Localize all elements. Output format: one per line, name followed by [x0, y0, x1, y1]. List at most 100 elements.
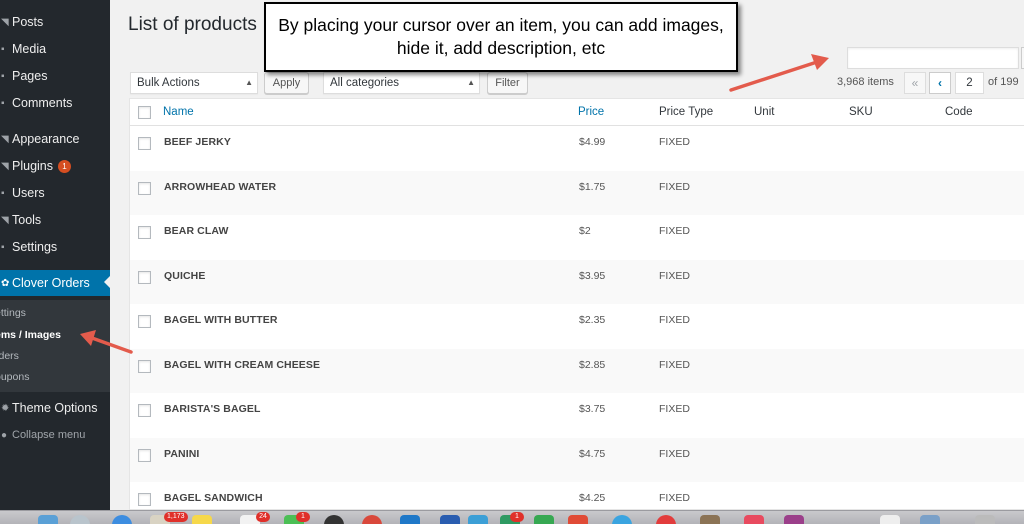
prev-page-button[interactable]: ‹ [929, 72, 951, 94]
row-checkbox[interactable] [138, 359, 151, 373]
row-checkbox[interactable] [138, 404, 151, 417]
messages-badge: 1 [296, 512, 310, 522]
product-price-type: FIXED [659, 269, 690, 282]
collapse-menu-button[interactable]: ● Collapse menu [0, 423, 110, 447]
sidebar-item-tools[interactable]: ◥ Tools [0, 208, 110, 232]
app-badge: 1 [510, 512, 524, 522]
sidebar-item-media[interactable]: ▪ Media [0, 37, 110, 61]
sidebar-item-users[interactable]: ▪ Users [0, 181, 110, 205]
row-checkbox[interactable] [138, 315, 151, 328]
product-name[interactable]: ARROWHEAD WATER [164, 181, 276, 193]
app-icon[interactable] [784, 515, 804, 524]
finder-icon[interactable] [38, 515, 58, 524]
submenu-item-items-images[interactable]: ems / Images [0, 329, 61, 341]
table-row[interactable]: BARISTA'S BAGEL $3.75 FIXED [130, 393, 1024, 438]
submenu-item-orders[interactable]: rders [0, 350, 19, 362]
user-icon: ▪ [1, 187, 5, 199]
apply-button[interactable]: Apply [264, 72, 309, 94]
document-icon[interactable] [880, 515, 900, 524]
sidebar-item-pages[interactable]: ▪ Pages [0, 64, 110, 88]
table-row[interactable]: BAGEL WITH BUTTER $2.35 FIXED [130, 304, 1024, 349]
product-price-type: FIXED [659, 225, 690, 237]
product-price-type: FIXED [659, 403, 690, 415]
product-price: $3.75 [579, 403, 606, 415]
app-icon[interactable] [362, 515, 382, 524]
row-checkbox[interactable] [138, 226, 151, 239]
row-checkbox[interactable] [138, 270, 151, 284]
row-checkbox[interactable] [138, 448, 151, 462]
sidebar-item-label: Media [12, 42, 47, 56]
product-price: $2.35 [579, 314, 606, 326]
product-name[interactable]: BAGEL WITH CREAM CHEESE [164, 359, 320, 371]
items-count: 3,968 items [837, 76, 894, 88]
product-name[interactable]: PANINI [164, 448, 199, 460]
app-icon[interactable] [700, 515, 720, 524]
safari-icon[interactable] [112, 515, 132, 524]
product-price: $4.75 [579, 447, 606, 460]
settings-icon: ▪ [1, 241, 5, 253]
table-row[interactable]: BAGEL WITH CREAM CHEESE $2.85 FIXED [130, 348, 1024, 393]
sidebar-item-label: Pages [12, 69, 48, 83]
table-row[interactable]: BEAR CLAW $2 FIXED [130, 215, 1024, 260]
current-page-input[interactable]: 2 [955, 72, 984, 94]
submenu-item-settings[interactable]: ettings [0, 307, 26, 319]
app-icon[interactable] [400, 515, 420, 524]
product-price: $1.75 [579, 180, 606, 193]
sidebar-item-theme-options[interactable]: ✹ Theme Options [0, 396, 110, 420]
table-row[interactable]: ARROWHEAD WATER $1.75 FIXED [130, 170, 1024, 215]
app-icon[interactable] [324, 515, 344, 524]
column-price[interactable]: Price [578, 106, 604, 118]
bulk-actions-select[interactable]: Bulk Actions ▲ [130, 72, 258, 94]
product-name[interactable]: BARISTA'S BAGEL [164, 403, 261, 415]
clover-submenu: ettings ems / Images rders oupons [0, 300, 110, 392]
sidebar-item-clover-orders[interactable]: ✿ Clover Orders [0, 270, 110, 296]
app-icon[interactable] [656, 515, 676, 524]
sidebar-item-label: Collapse menu [12, 429, 86, 441]
app-icon[interactable] [440, 515, 460, 524]
product-name[interactable]: BEEF JERKY [164, 136, 231, 148]
launchpad-icon[interactable] [70, 515, 90, 524]
product-price-type: FIXED [659, 314, 690, 326]
app-icon[interactable] [534, 515, 554, 524]
submenu-item-coupons[interactable]: oupons [0, 371, 29, 383]
sidebar-item-plugins[interactable]: ◥ Plugins 1 [0, 154, 110, 178]
sidebar-item-label: Comments [12, 96, 73, 110]
sidebar-item-settings[interactable]: ▪ Settings [0, 235, 110, 259]
table-row[interactable]: QUICHE $3.95 FIXED [130, 259, 1024, 304]
select-all-checkbox[interactable] [138, 106, 151, 119]
first-page-button[interactable]: « [904, 72, 926, 94]
search-input[interactable] [847, 47, 1019, 69]
row-checkbox[interactable] [138, 493, 151, 506]
app-icon[interactable] [568, 515, 588, 524]
sidebar-item-label: Posts [12, 15, 44, 29]
sidebar-item-posts[interactable]: ◥ Posts [0, 10, 110, 34]
notes-icon[interactable] [192, 515, 212, 524]
table-row[interactable]: BAGEL SANDWICH $4.25 FIXED [130, 482, 1024, 509]
sidebar-item-comments[interactable]: ▪ Comments [0, 91, 110, 115]
gear-icon: ✹ [1, 402, 10, 414]
callout-annotation: By placing your cursor over an item, you… [264, 2, 738, 72]
sidebar-item-appearance[interactable]: ◥ Appearance [0, 127, 110, 151]
app-icon[interactable] [468, 515, 488, 524]
product-name[interactable]: BEAR CLAW [164, 225, 228, 237]
product-price-type: FIXED [659, 136, 690, 148]
column-price-type: Price Type [659, 106, 714, 118]
plug-icon: ◥ [1, 160, 9, 172]
folder-icon[interactable] [920, 515, 940, 524]
column-code: Code [945, 106, 973, 118]
app-icon[interactable] [744, 515, 764, 524]
product-name[interactable]: BAGEL SANDWICH [164, 492, 263, 504]
table-row[interactable]: BEEF JERKY $4.99 FIXED [130, 126, 1024, 171]
product-name[interactable]: BAGEL WITH BUTTER [164, 314, 278, 326]
row-checkbox[interactable] [138, 181, 151, 195]
filter-button[interactable]: Filter [487, 72, 528, 94]
trash-icon[interactable] [975, 515, 995, 524]
page-title: List of products [128, 14, 257, 35]
table-row[interactable]: PANINI $4.75 FIXED [130, 437, 1024, 482]
category-select[interactable]: All categories ▲ [323, 72, 480, 94]
app-icon[interactable] [612, 515, 632, 524]
product-name[interactable]: QUICHE [164, 270, 205, 282]
column-name[interactable]: Name [163, 106, 194, 118]
sidebar-item-label: Plugins [12, 159, 53, 173]
row-checkbox[interactable] [138, 137, 151, 150]
